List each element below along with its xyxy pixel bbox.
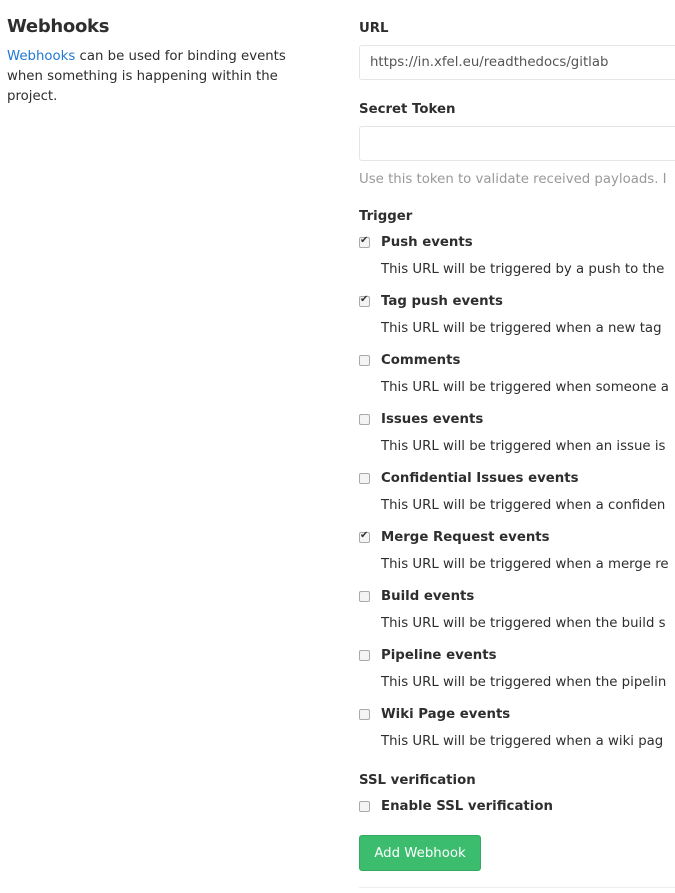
trigger-checkbox[interactable] bbox=[359, 591, 370, 602]
trigger-description: This URL will be triggered when a merge … bbox=[381, 557, 669, 572]
section-description: Webhooks can be used for binding events … bbox=[7, 49, 286, 104]
secret-token-help: Use this token to validate received payl… bbox=[359, 172, 667, 187]
trigger-description: This URL will be triggered when the buil… bbox=[381, 616, 666, 631]
trigger-description: This URL will be triggered when an issue… bbox=[381, 439, 666, 454]
trigger-description: This URL will be triggered when someone … bbox=[381, 380, 669, 395]
trigger-label[interactable]: Push events bbox=[381, 235, 473, 250]
webhooks-link[interactable]: Webhooks bbox=[7, 49, 75, 64]
trigger-label: Trigger bbox=[359, 209, 413, 224]
trigger-description: This URL will be triggered when a new ta… bbox=[381, 321, 662, 336]
trigger-label[interactable]: Merge Request events bbox=[381, 530, 550, 545]
trigger-description: This URL will be triggered when the pipe… bbox=[381, 675, 667, 690]
webhook-form: URL https://in.xfel.eu/readthedocs/gitla… bbox=[359, 0, 675, 893]
trigger-label[interactable]: Tag push events bbox=[381, 294, 503, 309]
trigger-label[interactable]: Pipeline events bbox=[381, 648, 497, 663]
trigger-checkbox[interactable] bbox=[359, 294, 370, 307]
secret-token-label: Secret Token bbox=[359, 102, 456, 117]
trigger-label[interactable]: Wiki Page events bbox=[381, 707, 510, 722]
secret-token-input[interactable] bbox=[359, 126, 675, 161]
webhooks-intro: Webhooks Webhooks can be used for bindin… bbox=[7, 16, 307, 107]
ssl-checkbox-label[interactable]: Enable SSL verification bbox=[381, 799, 553, 814]
trigger-label[interactable]: Issues events bbox=[381, 412, 483, 427]
divider bbox=[359, 887, 675, 888]
ssl-checkbox[interactable] bbox=[359, 801, 370, 812]
trigger-checkbox[interactable] bbox=[359, 235, 370, 248]
section-title: Webhooks bbox=[7, 16, 110, 37]
add-webhook-button[interactable]: Add Webhook bbox=[359, 835, 481, 871]
ssl-label: SSL verification bbox=[359, 773, 476, 788]
trigger-label[interactable]: Build events bbox=[381, 589, 474, 604]
trigger-description: This URL will be triggered when a confid… bbox=[381, 498, 666, 513]
trigger-description: This URL will be triggered when a wiki p… bbox=[381, 734, 664, 749]
trigger-label[interactable]: Confidential Issues events bbox=[381, 471, 579, 486]
trigger-checkbox[interactable] bbox=[359, 650, 370, 661]
trigger-checkbox[interactable] bbox=[359, 355, 370, 366]
url-label: URL bbox=[359, 21, 389, 36]
trigger-description: This URL will be triggered by a push to … bbox=[381, 262, 665, 277]
trigger-checkbox[interactable] bbox=[359, 530, 370, 543]
url-input[interactable]: https://in.xfel.eu/readthedocs/gitlab bbox=[359, 45, 675, 80]
trigger-label[interactable]: Comments bbox=[381, 353, 460, 368]
trigger-checkbox[interactable] bbox=[359, 473, 370, 484]
trigger-checkbox[interactable] bbox=[359, 414, 370, 425]
trigger-checkbox[interactable] bbox=[359, 709, 370, 720]
